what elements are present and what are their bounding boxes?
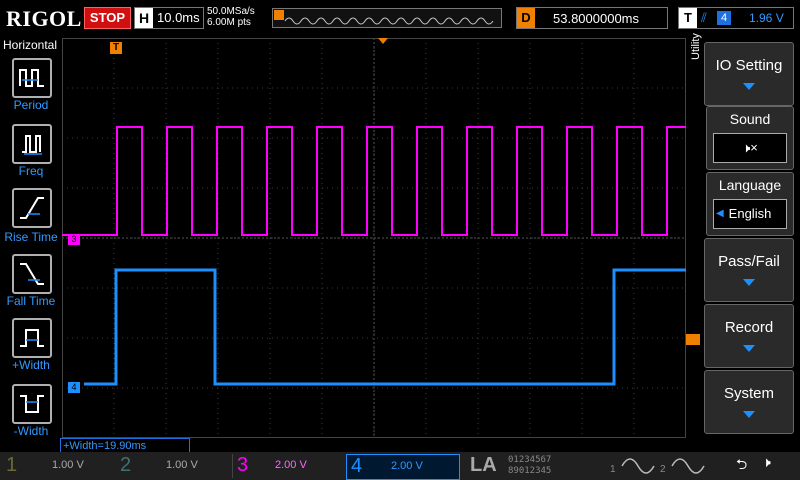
horizontal-timebase[interactable]: H 10.0ms bbox=[134, 7, 204, 29]
negative-width-icon bbox=[20, 395, 44, 413]
language-setting[interactable]: Language ◀ English bbox=[706, 172, 794, 236]
io-setting-button[interactable]: IO Setting bbox=[704, 42, 794, 106]
negative-width-label: -Width bbox=[13, 424, 49, 438]
language-value: ◀ English bbox=[713, 199, 787, 229]
frequency-label: Freq bbox=[18, 164, 44, 178]
trigger-level: 1.96 V bbox=[749, 11, 784, 25]
sample-rate: 50.0MSa/s bbox=[207, 6, 255, 17]
speaker-muted-icon: 🕨︎× bbox=[713, 133, 787, 163]
generator-1-status[interactable]: 1 bbox=[606, 454, 656, 478]
record-button[interactable]: Record bbox=[704, 304, 794, 368]
delay-key: D bbox=[517, 8, 535, 28]
waveform-canvas bbox=[61, 37, 687, 439]
rise-time-icon bbox=[20, 197, 44, 219]
horizontal-key: H bbox=[135, 8, 153, 28]
sine-wave-icon bbox=[621, 458, 655, 474]
channel-3-number: 3 bbox=[237, 454, 249, 476]
channel-2-number: 2 bbox=[120, 454, 132, 476]
timebase-value: 10.0ms bbox=[157, 10, 200, 25]
ch4-waveform bbox=[84, 268, 686, 386]
rise-time-button[interactable] bbox=[12, 188, 52, 228]
run-stop-status[interactable]: STOP bbox=[84, 7, 131, 29]
trigger-source: 4 bbox=[717, 11, 731, 25]
la-digits-top: 01234567 bbox=[508, 455, 552, 465]
positive-width-label: +Width bbox=[12, 358, 50, 372]
chevron-down-icon bbox=[743, 411, 755, 418]
rising-edge-icon: ⫽ bbox=[701, 10, 707, 25]
brand-logo: RIGOL bbox=[6, 6, 82, 31]
trigger-key: T bbox=[679, 8, 697, 28]
ch3-offset-marker[interactable]: 3 bbox=[68, 234, 80, 245]
language-label: Language bbox=[718, 177, 782, 193]
channel-4-scale: 2.00 V bbox=[391, 460, 423, 472]
pass-fail-button[interactable]: Pass/Fail bbox=[704, 238, 794, 302]
channel-1-scale: 1.00 V bbox=[52, 459, 84, 471]
io-setting-label: IO Setting bbox=[715, 57, 783, 74]
positive-width-button[interactable] bbox=[12, 318, 52, 358]
chevron-down-icon bbox=[743, 279, 755, 286]
sine-wave-icon bbox=[671, 458, 705, 474]
generator-1-number: 1 bbox=[610, 464, 616, 475]
record-label: Record bbox=[724, 319, 774, 336]
trigger-readout[interactable]: T ⫽ 4 1.96 V bbox=[678, 7, 794, 29]
language-value-text: English bbox=[728, 206, 772, 221]
trigger-level-marker[interactable] bbox=[686, 334, 700, 345]
rise-time-label: Rise Time bbox=[4, 230, 58, 244]
generator-2-number: 2 bbox=[660, 464, 666, 475]
trigger-position-marker[interactable]: T bbox=[110, 42, 122, 54]
la-label: LA bbox=[470, 454, 497, 476]
channel-3-status[interactable]: 3 2.00 V bbox=[232, 454, 341, 478]
fall-time-label: Fall Time bbox=[6, 294, 56, 308]
logic-analyzer-status[interactable]: LA 01234567 89012345 bbox=[466, 454, 606, 478]
channel-4-number: 4 bbox=[351, 455, 363, 477]
period-button[interactable] bbox=[12, 58, 52, 98]
frequency-icon bbox=[22, 135, 42, 155]
negative-width-button[interactable] bbox=[12, 384, 52, 424]
pass-fail-label: Pass/Fail bbox=[718, 253, 780, 270]
waveform-display[interactable] bbox=[61, 37, 687, 439]
sound-label: Sound bbox=[729, 111, 771, 127]
delay-readout[interactable]: D 53.8000000ms bbox=[516, 7, 668, 29]
fall-time-icon bbox=[20, 263, 44, 285]
memory-waveform-icon bbox=[274, 10, 494, 25]
system-button[interactable]: System bbox=[704, 370, 794, 434]
acquisition-info: 50.0MSa/s 6.00M pts bbox=[207, 6, 255, 28]
sound-setting[interactable]: Sound 🕨︎× bbox=[706, 106, 794, 170]
generator-2-status[interactable]: 2 bbox=[656, 454, 706, 478]
channel-2-scale: 1.00 V bbox=[166, 459, 198, 471]
period-label: Period bbox=[13, 98, 49, 112]
chevron-down-icon bbox=[743, 345, 755, 352]
fall-time-button[interactable] bbox=[12, 254, 52, 294]
la-digits-bottom: 89012345 bbox=[508, 466, 552, 476]
channel-4-status[interactable]: 4 2.00 V bbox=[346, 454, 460, 480]
positive-width-icon bbox=[20, 329, 44, 347]
period-icon bbox=[19, 69, 44, 87]
delay-value: 53.8000000ms bbox=[553, 11, 640, 26]
channel-1-number: 1 bbox=[6, 454, 18, 476]
measure-category-title: Horizontal bbox=[2, 38, 58, 52]
memory-overview-strip[interactable] bbox=[272, 8, 502, 28]
chevron-down-icon bbox=[743, 83, 755, 90]
ch4-offset-marker[interactable]: 4 bbox=[68, 382, 80, 393]
trigger-delay-marker[interactable] bbox=[378, 38, 388, 44]
memory-depth: 6.00M pts bbox=[207, 17, 251, 28]
channel-2-status[interactable]: 2 1.00 V bbox=[116, 454, 226, 478]
system-label: System bbox=[723, 385, 774, 402]
usb-icon: ⮌ bbox=[736, 456, 748, 472]
channel-1-status[interactable]: 1 1.00 V bbox=[2, 454, 112, 478]
chevron-left-icon: ◀ bbox=[716, 208, 724, 219]
speaker-muted-icon: 🕨︎ bbox=[762, 454, 771, 470]
channel-3-scale: 2.00 V bbox=[275, 459, 307, 471]
utility-menu-tab[interactable]: Utility bbox=[690, 33, 702, 60]
frequency-button[interactable] bbox=[12, 124, 52, 164]
